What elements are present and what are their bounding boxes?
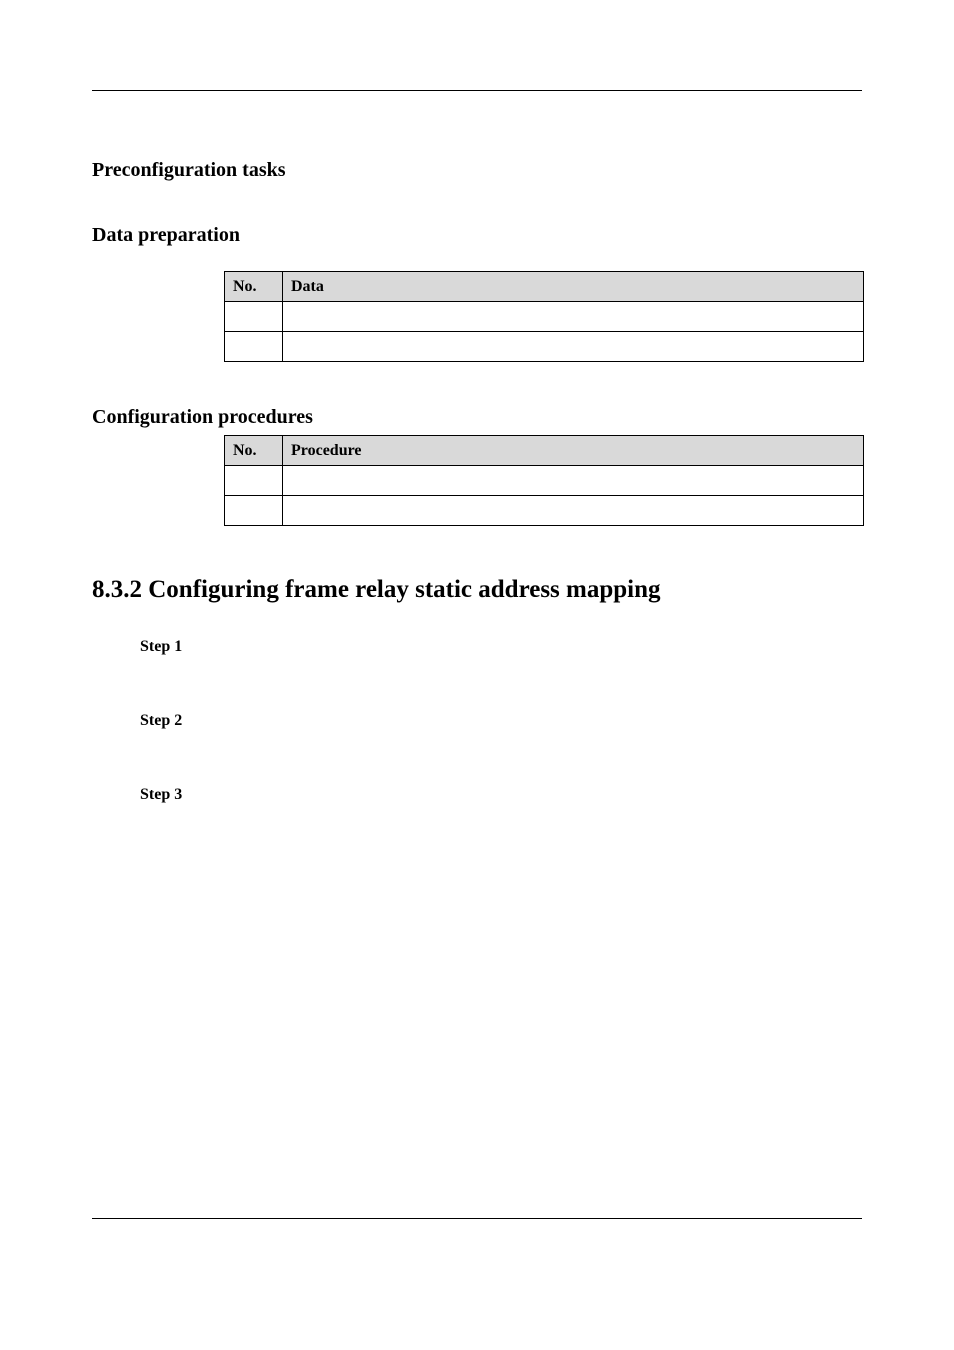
table-header-procedure: Procedure bbox=[283, 436, 864, 466]
heading-section-8-3-2: 8.3.2 Configuring frame relay static add… bbox=[92, 576, 862, 604]
table-header-data: Data bbox=[283, 272, 864, 302]
table-header-no: No. bbox=[225, 272, 283, 302]
table-row bbox=[225, 466, 864, 496]
table-header-row: No. Data bbox=[225, 272, 864, 302]
configuration-procedures-table: No. Procedure bbox=[224, 435, 864, 526]
table-cell-procedure bbox=[283, 466, 864, 496]
bottom-divider bbox=[92, 1218, 862, 1219]
table-cell-procedure bbox=[283, 496, 864, 526]
step-2-label: Step 2 bbox=[140, 712, 862, 730]
table-row bbox=[225, 302, 864, 332]
heading-configuration-procedures: Configuration procedures bbox=[92, 406, 862, 429]
table-cell-no bbox=[225, 496, 283, 526]
data-preparation-table: No. Data bbox=[224, 271, 864, 362]
table-row bbox=[225, 496, 864, 526]
heading-data-preparation: Data preparation bbox=[92, 224, 862, 247]
table-header-row: No. Procedure bbox=[225, 436, 864, 466]
step-3-label: Step 3 bbox=[140, 786, 862, 804]
heading-preconfiguration: Preconfiguration tasks bbox=[92, 159, 862, 182]
table-cell-data bbox=[283, 332, 864, 362]
table-cell-no bbox=[225, 466, 283, 496]
table-cell-no bbox=[225, 302, 283, 332]
table-row bbox=[225, 332, 864, 362]
table-header-no: No. bbox=[225, 436, 283, 466]
top-divider bbox=[92, 90, 862, 91]
table-cell-data bbox=[283, 302, 864, 332]
table-cell-no bbox=[225, 332, 283, 362]
step-1-label: Step 1 bbox=[140, 638, 862, 656]
